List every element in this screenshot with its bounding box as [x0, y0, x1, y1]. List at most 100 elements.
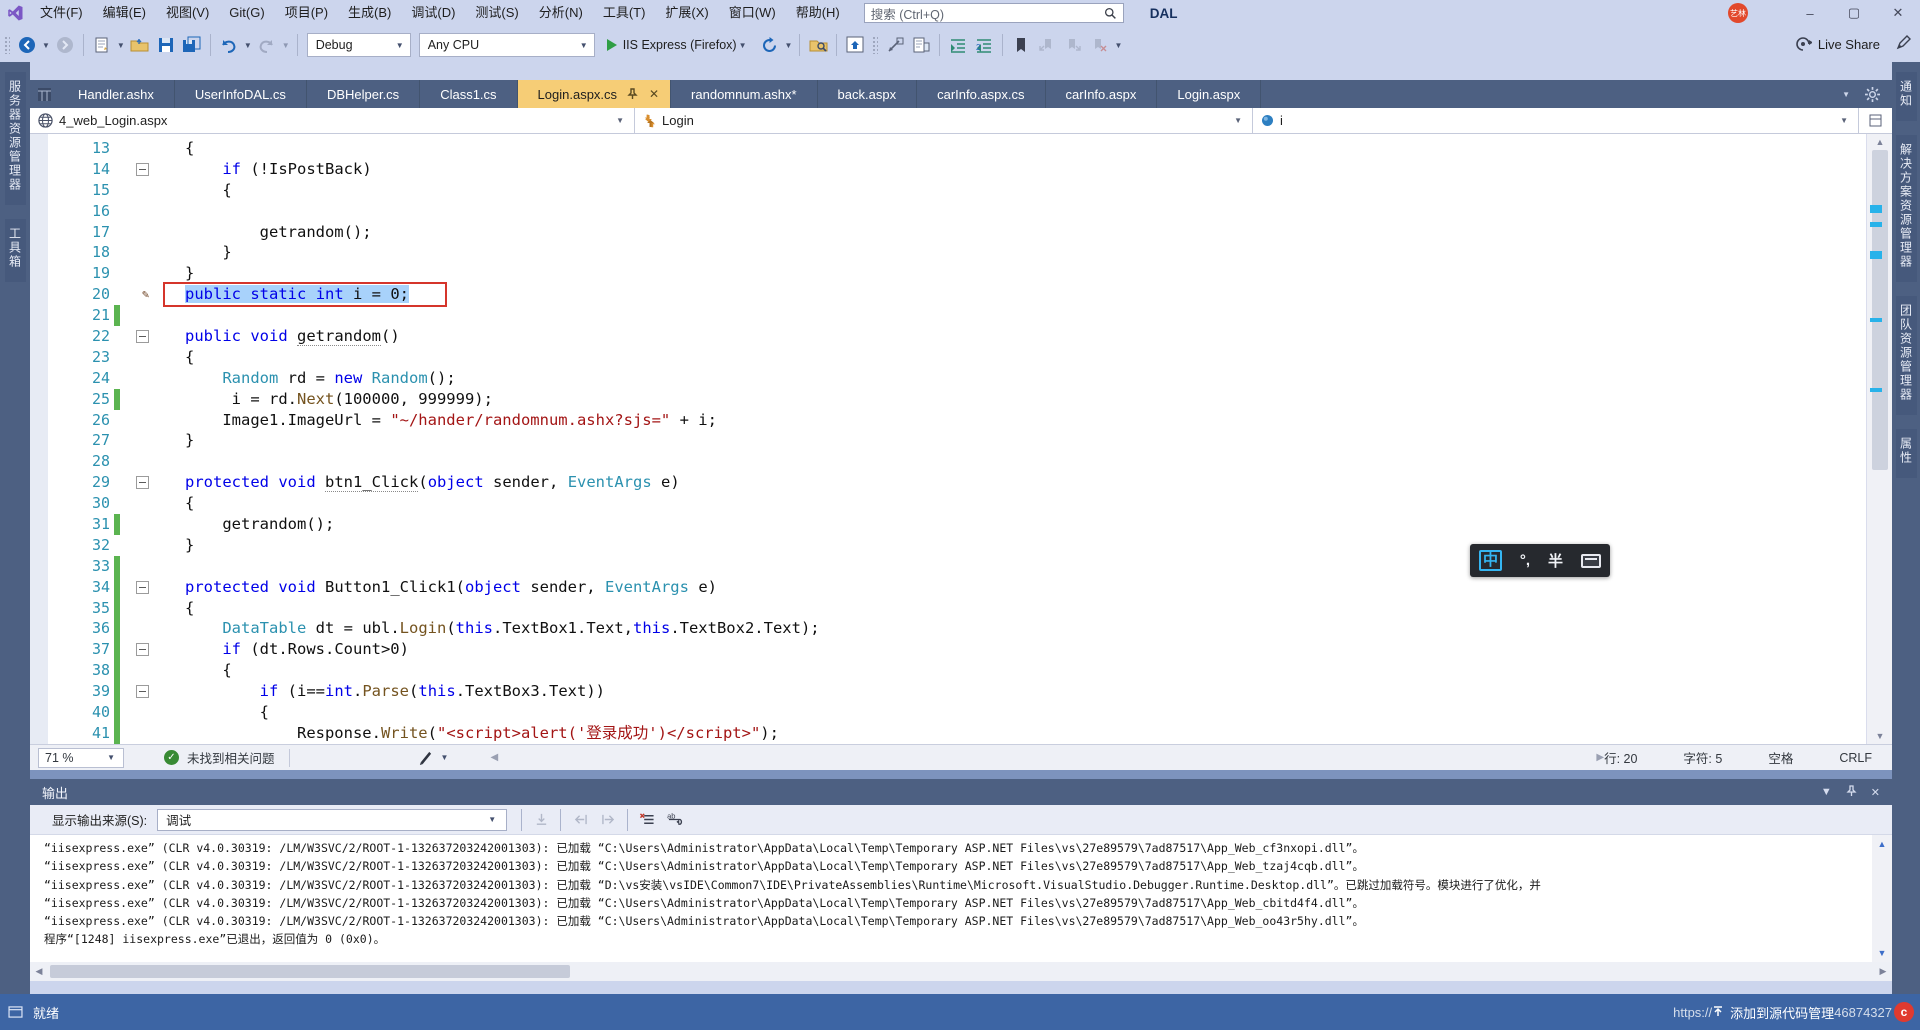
menu-item-0[interactable]: 文件(F)	[30, 0, 93, 26]
code-line-36[interactable]: 36 DataTable dt = ubl.Login(this.TextBox…	[30, 618, 1866, 640]
tab-list-caret[interactable]: ▼	[1842, 90, 1850, 99]
toolbar-overflow-caret[interactable]: ▼	[1114, 41, 1122, 50]
configuration-select[interactable]: Debug ▼	[306, 33, 411, 57]
panel-splitter[interactable]	[30, 770, 1892, 779]
code-line-40[interactable]: 40 {	[30, 702, 1866, 723]
line-ending-indicator[interactable]: CRLF	[1839, 751, 1872, 765]
menu-item-2[interactable]: 视图(V)	[156, 0, 219, 26]
clear-bookmarks-icon[interactable]	[1087, 33, 1111, 57]
menu-item-11[interactable]: 窗口(W)	[719, 0, 786, 26]
code-line-31[interactable]: 31 getrandom();	[30, 514, 1866, 535]
collapse-toggle-icon[interactable]	[136, 476, 149, 490]
output-close-icon[interactable]: ✕	[1871, 786, 1880, 799]
back-dropdown-caret[interactable]: ▼	[42, 41, 50, 50]
scrollbar-thumb[interactable]	[1872, 150, 1888, 470]
code-line-13[interactable]: 13 {	[30, 138, 1866, 159]
previous-bookmark-icon[interactable]	[1035, 33, 1059, 57]
code-line-38[interactable]: 38 {	[30, 660, 1866, 682]
split-window-button[interactable]	[1858, 108, 1892, 133]
navigate-forward-icon[interactable]	[53, 33, 77, 57]
output-hscroll-left-arrow[interactable]: ◀	[30, 962, 48, 981]
code-line-26[interactable]: 26 Image1.ImageUrl = "~/hander/randomnum…	[30, 410, 1866, 431]
ime-punctuation-mode[interactable]: °,	[1520, 552, 1530, 569]
code-line-17[interactable]: 17 getrandom();	[30, 222, 1866, 243]
code-line-29[interactable]: 29 protected void btn1_Click(object sende…	[30, 472, 1866, 493]
tab-options-gear-icon[interactable]	[1860, 82, 1884, 106]
save-all-icon[interactable]	[180, 33, 204, 57]
tab-handler-ashx[interactable]: Handler.ashx	[58, 80, 175, 108]
menu-item-3[interactable]: Git(G)	[219, 0, 274, 26]
tab-login-aspx[interactable]: Login.aspx	[1157, 80, 1262, 108]
tab-randomnum-ashx-[interactable]: randomnum.ashx*	[671, 80, 818, 108]
editor-vertical-scrollbar[interactable]: ▲ ▼	[1866, 134, 1892, 744]
maximize-button[interactable]: ▢	[1832, 0, 1876, 26]
document-outline-icon[interactable]	[909, 33, 933, 57]
tab-back-aspx[interactable]: back.aspx	[818, 80, 918, 108]
code-line-28[interactable]: 28	[30, 451, 1866, 472]
menu-item-10[interactable]: 扩展(X)	[655, 0, 718, 26]
add-to-source-control-button[interactable]: 添加到源代码管理	[1712, 1003, 1834, 1022]
ime-width-mode[interactable]: 半	[1548, 550, 1563, 571]
output-scroll-down-arrow[interactable]: ▼	[1872, 948, 1892, 958]
view-in-browser-icon[interactable]	[843, 33, 867, 57]
left-panel-tab-1[interactable]: 工具箱	[4, 219, 26, 282]
code-line-34[interactable]: 34 protected void Button1_Click1(object s…	[30, 576, 1866, 598]
collapse-toggle-icon[interactable]	[136, 643, 149, 657]
output-horizontal-scrollbar[interactable]: ◀ ▶	[30, 962, 1892, 981]
code-line-18[interactable]: 18 }	[30, 242, 1866, 263]
platform-select[interactable]: Any CPU ▼	[418, 33, 595, 57]
code-line-39[interactable]: 39 if (i==int.Parse(this.TextBox3.Text))	[30, 681, 1866, 702]
menu-item-8[interactable]: 分析(N)	[529, 0, 593, 26]
document-health-indicator[interactable]: ✓ 未找到相关问题	[164, 748, 275, 767]
output-log-list[interactable]: “iisexpress.exe” (CLR v4.0.30319: /LM/W3…	[30, 835, 1870, 962]
breadcrumb-member-dropdown[interactable]: i ▼	[1253, 108, 1858, 133]
toolbar-grip[interactable]	[4, 36, 10, 54]
menu-item-4[interactable]: 项目(P)	[275, 0, 338, 26]
code-line-19[interactable]: 19}	[30, 263, 1866, 284]
code-line-16[interactable]: 16	[30, 201, 1866, 222]
refresh-dropdown-caret[interactable]: ▼	[785, 41, 793, 50]
code-line-37[interactable]: 37 if (dt.Rows.Count>0)	[30, 639, 1866, 661]
indent-increase-icon[interactable]: 2	[972, 33, 996, 57]
tab-class1-cs[interactable]: Class1.cs	[420, 80, 518, 108]
refresh-icon[interactable]	[758, 33, 782, 57]
collapse-toggle-icon[interactable]	[136, 330, 149, 344]
left-panel-tab-0[interactable]: 服务器资源管理器	[4, 72, 26, 205]
breadcrumb-file-dropdown[interactable]: 4_web_Login.aspx ▼	[30, 108, 635, 133]
collapse-toggle-icon[interactable]	[136, 580, 149, 594]
code-line-14[interactable]: 14 if (!IsPostBack)	[30, 159, 1866, 180]
account-avatar[interactable]: 艺林	[1728, 3, 1748, 23]
output-position-caret[interactable]: ▼	[1821, 786, 1832, 798]
feedback-icon[interactable]	[1896, 34, 1912, 55]
ime-toolbar[interactable]: 中 °, 半	[1470, 544, 1610, 577]
ink-caret[interactable]: ▼	[441, 753, 449, 762]
zoom-select[interactable]: 71 % ▼	[38, 747, 124, 768]
code-line-24[interactable]: 24 Random rd = new Random();	[30, 368, 1866, 389]
next-message-icon[interactable]	[596, 809, 620, 831]
tab-dbhelper-cs[interactable]: DBHelper.cs	[307, 80, 421, 108]
menu-item-5[interactable]: 生成(B)	[338, 0, 401, 26]
code-line-30[interactable]: 30 {	[30, 493, 1866, 514]
background-tasks-icon[interactable]	[8, 1006, 23, 1018]
code-line-15[interactable]: 15 {	[30, 180, 1866, 201]
close-button[interactable]: ✕	[1876, 0, 1920, 26]
undo-icon[interactable]	[217, 33, 241, 57]
code-editor[interactable]: 13{14 if (!IsPostBack) 15 {16 17 getrandom…	[30, 134, 1892, 744]
output-hscroll-right-arrow[interactable]: ▶	[1874, 962, 1892, 981]
right-panel-tab-0[interactable]: 通知	[1895, 72, 1917, 121]
pin-icon[interactable]	[627, 88, 638, 100]
output-pin-icon[interactable]	[1846, 784, 1857, 800]
previous-message-icon[interactable]	[568, 809, 592, 831]
next-bookmark-icon[interactable]	[1061, 33, 1085, 57]
output-vertical-scrollbar[interactable]: ▲ ▼	[1872, 835, 1892, 962]
output-title-bar[interactable]: 输出 ▼ ✕	[30, 779, 1892, 805]
menu-item-1[interactable]: 编辑(E)	[93, 0, 156, 26]
output-hscroll-thumb[interactable]	[50, 965, 570, 978]
find-message-icon[interactable]	[529, 809, 553, 831]
attach-process-icon[interactable]	[883, 33, 907, 57]
new-project-icon[interactable]	[90, 33, 114, 57]
right-panel-tab-1[interactable]: 解决方案资源管理器	[1895, 135, 1917, 282]
hscroll-left-arrow[interactable]: ◀	[490, 752, 498, 763]
right-panel-tab-2[interactable]: 团队资源管理器	[1895, 296, 1917, 415]
output-scroll-up-arrow[interactable]: ▲	[1872, 839, 1892, 849]
